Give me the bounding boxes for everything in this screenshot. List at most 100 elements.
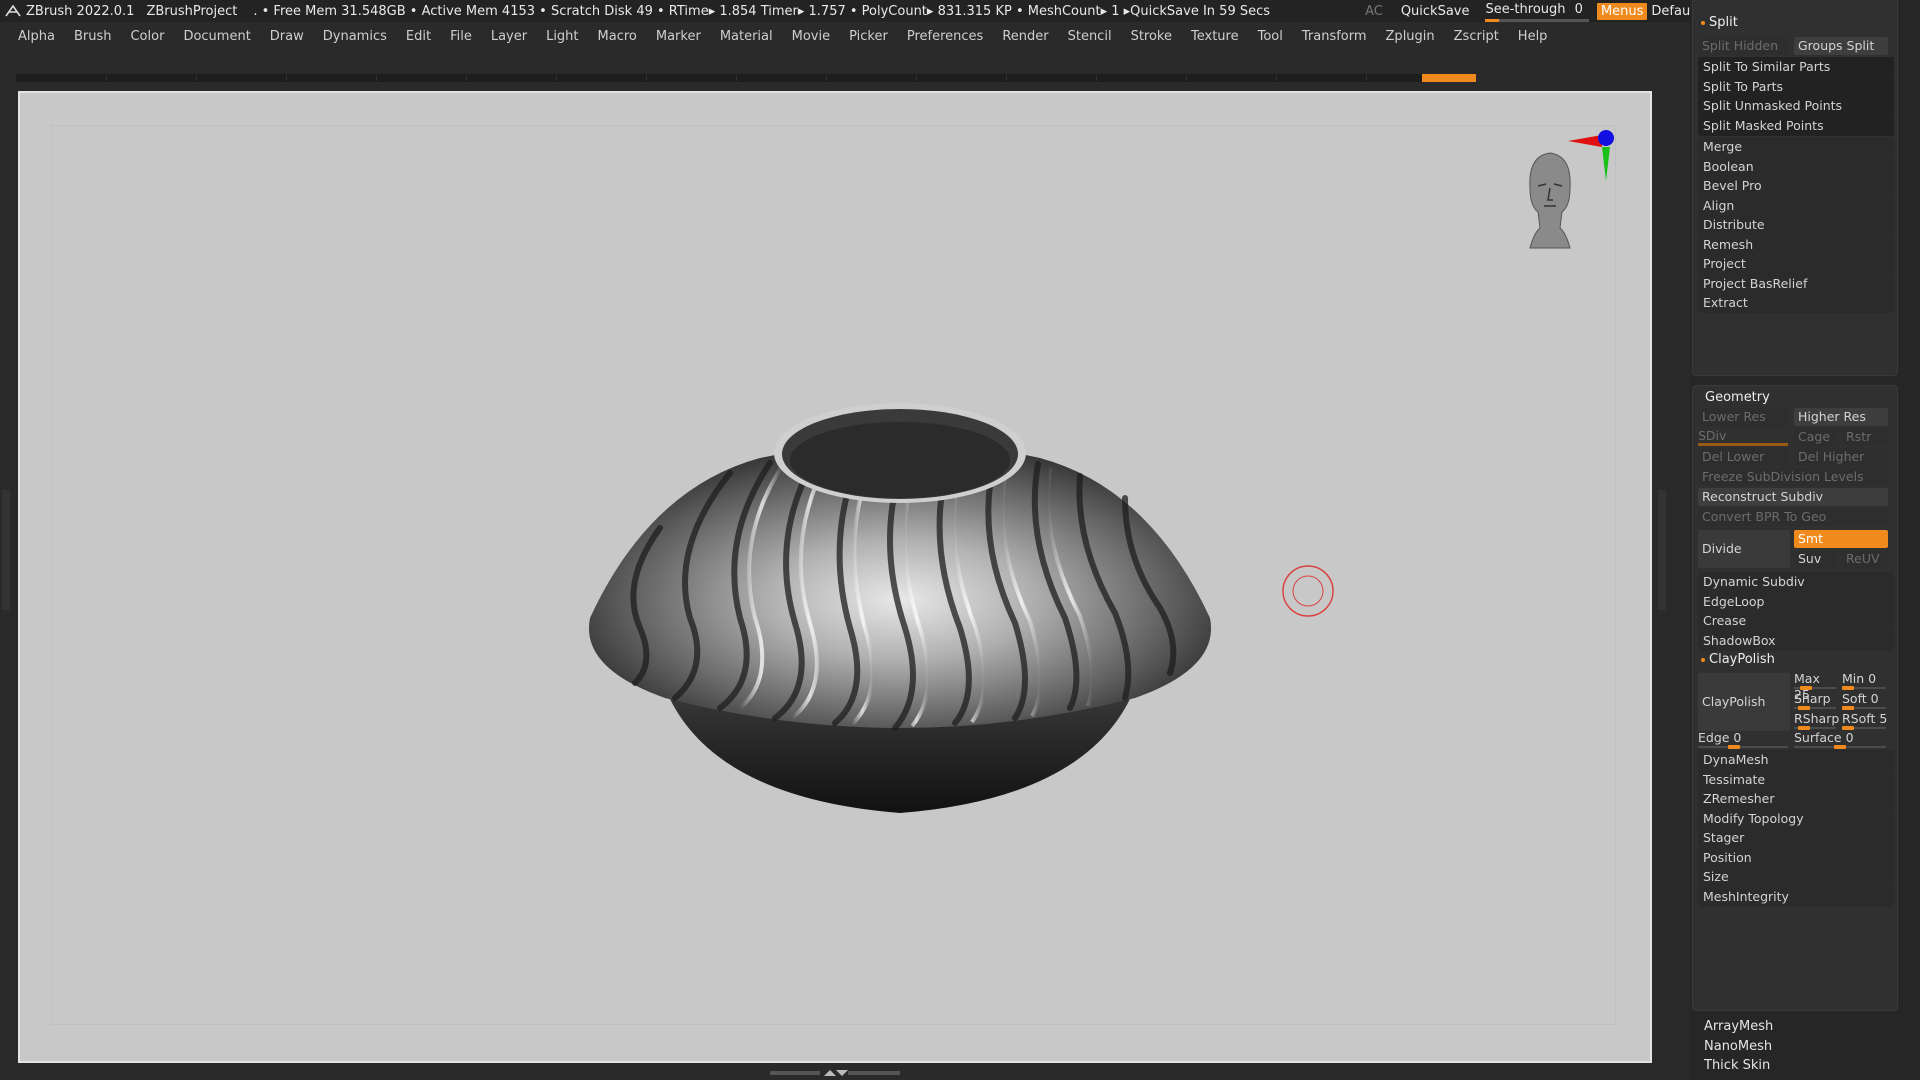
shadowbox-button[interactable]: ShadowBox [1698, 630, 1894, 651]
menu-texture[interactable]: Texture [1191, 29, 1239, 44]
menu-zplugin[interactable]: Zplugin [1386, 29, 1435, 44]
bottom-tray-toggle[interactable] [770, 1069, 900, 1077]
reuv-toggle[interactable]: ReUV [1842, 550, 1888, 568]
cage-button[interactable]: Cage [1794, 428, 1838, 446]
zbrush-logo-icon [5, 4, 21, 17]
menus-button[interactable]: Menus [1596, 2, 1648, 20]
menu-document[interactable]: Document [183, 29, 250, 44]
lower-res-button[interactable]: Lower Res [1698, 408, 1790, 426]
split-to-similar-parts-button[interactable]: Split To Similar Parts [1698, 57, 1894, 77]
higher-res-button[interactable]: Higher Res [1794, 408, 1888, 426]
stager-button[interactable]: Stager [1698, 828, 1894, 848]
meshintegrity-button[interactable]: MeshIntegrity [1698, 886, 1894, 907]
shelf-divider [826, 75, 827, 81]
shelf-divider [1276, 75, 1277, 81]
merge-button[interactable]: Merge [1698, 137, 1894, 157]
title-bar: ZBrush 2022.0.1 ZBrushProject . • Free M… [0, 0, 1920, 22]
canvas-viewport[interactable] [18, 91, 1652, 1063]
menu-tool[interactable]: Tool [1258, 29, 1283, 44]
nanomesh-button[interactable]: NanoMesh [1704, 1039, 1772, 1054]
menu-macro[interactable]: Macro [598, 29, 637, 44]
quicksave-button[interactable]: QuickSave [1401, 4, 1470, 19]
split-hidden-button[interactable]: Split Hidden [1698, 37, 1790, 55]
claypolish-max-slider[interactable]: Max 25 [1794, 671, 1838, 702]
ac-toggle[interactable]: AC [1365, 4, 1383, 19]
menu-alpha[interactable]: Alpha [18, 29, 55, 44]
claypolish-edge-slider[interactable]: Edge 0 [1698, 730, 1790, 749]
right-tray-toggle[interactable] [1658, 490, 1666, 610]
smt-toggle[interactable]: Smt [1794, 530, 1888, 548]
crease-button[interactable]: Crease [1698, 611, 1894, 631]
arraymesh-button[interactable]: ArrayMesh [1704, 1019, 1773, 1034]
claypolish-sharp-slider[interactable]: Sharp [1794, 691, 1838, 710]
menu-picker[interactable]: Picker [849, 29, 888, 44]
dynamic-subdiv-button[interactable]: Dynamic Subdiv [1698, 572, 1894, 592]
vase-model[interactable] [570, 368, 1230, 868]
menu-edit[interactable]: Edit [406, 29, 431, 44]
claypolish-rsharp-slider[interactable]: RSharp [1794, 711, 1839, 730]
claypolish-soft-slider[interactable]: Soft 0 [1842, 691, 1888, 710]
align-button[interactable]: Align [1698, 195, 1894, 216]
edgeloop-button[interactable]: EdgeLoop [1698, 591, 1894, 612]
left-tray-toggle[interactable] [2, 490, 10, 610]
suv-toggle[interactable]: Suv [1794, 550, 1838, 568]
axis-gizmo-icon[interactable] [1560, 123, 1630, 193]
sdiv-slider[interactable]: SDiv [1698, 428, 1790, 446]
tool-palette-panel: Split Split Hidden Groups Split Split To… [1690, 0, 1920, 1080]
menu-color[interactable]: Color [130, 29, 164, 44]
claypolish-rsoft-slider[interactable]: RSoft 5 [1842, 711, 1888, 730]
convert-bpr-button[interactable]: Convert BPR To Geo [1698, 508, 1888, 526]
distribute-button[interactable]: Distribute [1698, 215, 1894, 235]
split-header[interactable]: Split [1701, 15, 1738, 30]
see-through-slider[interactable]: See-through 0 [1485, 2, 1589, 22]
menu-dynamics[interactable]: Dynamics [323, 29, 387, 44]
dynamesh-button[interactable]: DynaMesh [1698, 750, 1894, 770]
zremesher-button[interactable]: ZRemesher [1698, 789, 1894, 809]
reconstruct-subdiv-button[interactable]: Reconstruct Subdiv [1698, 488, 1888, 506]
thick-skin-button[interactable]: Thick Skin [1704, 1058, 1770, 1073]
brush-cursor-icon [1282, 565, 1334, 617]
menu-movie[interactable]: Movie [792, 29, 830, 44]
modify-topology-button[interactable]: Modify Topology [1698, 808, 1894, 829]
tessimate-button[interactable]: Tessimate [1698, 769, 1894, 790]
menu-marker[interactable]: Marker [656, 29, 701, 44]
menu-draw[interactable]: Draw [270, 29, 304, 44]
split-unmasked-points-button[interactable]: Split Unmasked Points [1698, 96, 1894, 116]
freeze-subdivision-button[interactable]: Freeze SubDivision Levels [1698, 468, 1888, 486]
geometry-header[interactable]: Geometry [1705, 390, 1770, 405]
menu-brush[interactable]: Brush [74, 29, 112, 44]
shelf-divider [196, 75, 197, 81]
extract-button[interactable]: Extract [1698, 293, 1894, 313]
split-masked-points-button[interactable]: Split Masked Points [1698, 115, 1894, 136]
claypolish-min-slider[interactable]: Min 0 [1842, 671, 1888, 690]
boolean-button[interactable]: Boolean [1698, 156, 1894, 177]
menu-zscript[interactable]: Zscript [1454, 29, 1499, 44]
bevel-pro-button[interactable]: Bevel Pro [1698, 176, 1894, 196]
claypolish-surface-slider[interactable]: Surface 0 [1794, 730, 1888, 749]
menu-file[interactable]: File [450, 29, 472, 44]
size-button[interactable]: Size [1698, 867, 1894, 887]
position-button[interactable]: Position [1698, 847, 1894, 868]
menu-material[interactable]: Material [720, 29, 773, 44]
menu-stencil[interactable]: Stencil [1068, 29, 1112, 44]
claypolish-edge-label: Edge 0 [1698, 730, 1742, 745]
menu-layer[interactable]: Layer [491, 29, 527, 44]
del-higher-button[interactable]: Del Higher [1794, 448, 1888, 466]
remesh-button[interactable]: Remesh [1698, 234, 1894, 255]
project-basrelief-button[interactable]: Project BasRelief [1698, 273, 1894, 294]
menu-help[interactable]: Help [1518, 29, 1548, 44]
del-lower-button[interactable]: Del Lower [1698, 448, 1790, 466]
menu-preferences[interactable]: Preferences [907, 29, 983, 44]
claypolish-header[interactable]: ClayPolish [1701, 652, 1775, 667]
menu-light[interactable]: Light [546, 29, 578, 44]
menu-render[interactable]: Render [1002, 29, 1048, 44]
menu-transform[interactable]: Transform [1302, 29, 1367, 44]
divide-button[interactable]: Divide [1698, 530, 1790, 568]
claypolish-button[interactable]: ClayPolish [1698, 673, 1790, 731]
rstr-button[interactable]: Rstr [1842, 428, 1888, 446]
sdiv-label: SDiv [1698, 428, 1727, 443]
menu-stroke[interactable]: Stroke [1131, 29, 1172, 44]
groups-split-button[interactable]: Groups Split [1794, 37, 1888, 55]
split-to-parts-button[interactable]: Split To Parts [1698, 76, 1894, 97]
project-button[interactable]: Project [1698, 254, 1894, 274]
